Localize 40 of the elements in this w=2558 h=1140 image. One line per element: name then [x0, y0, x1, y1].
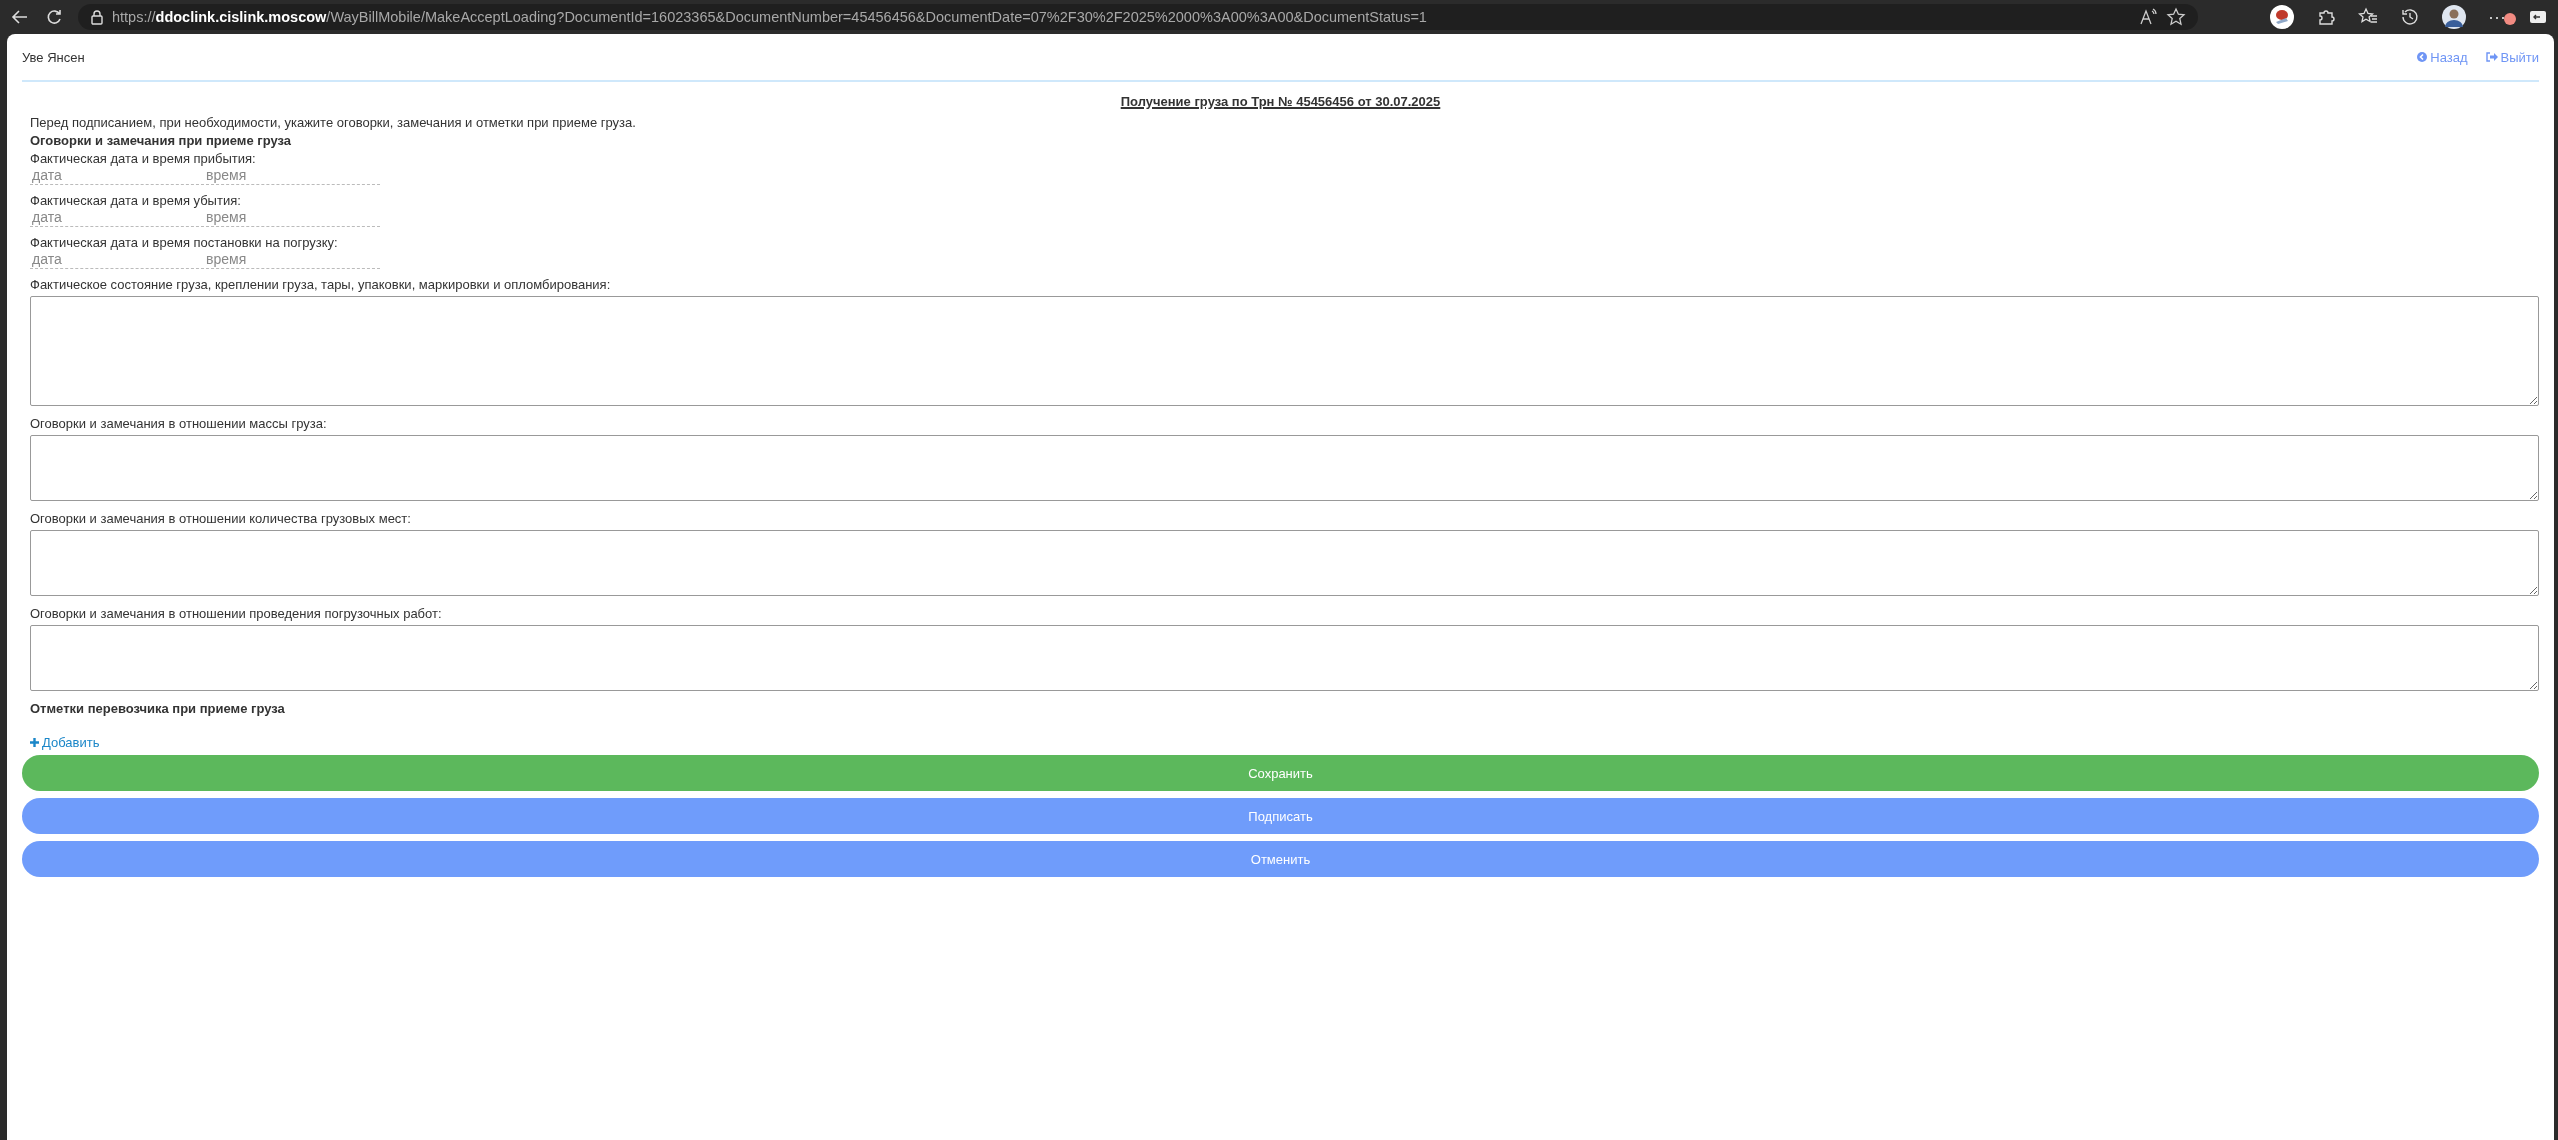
field-label: Фактическая дата и время прибытия:	[30, 151, 257, 166]
user-name: Уве Янсен	[22, 49, 85, 65]
field-label: Фактическая дата и время убытия:	[30, 193, 242, 208]
time-field[interactable]: время	[204, 208, 378, 226]
field-label: Оговорки и замечания в отношении массы груза:	[30, 416, 328, 431]
logout-link[interactable]: Выйти	[2485, 49, 2539, 65]
instruction-text: Перед подписанием, при необходимости, укажите оговорки, замечания и отметки при приеме груза.	[30, 115, 637, 130]
puzzle-icon[interactable]	[2316, 7, 2336, 27]
date-field[interactable]: дата	[30, 208, 204, 226]
date-field[interactable]: дата	[30, 166, 204, 184]
back-link[interactable]: Назад	[2417, 49, 2468, 65]
field-label: Оговорки и замечания в отношении проведения погрузочных работ:	[30, 606, 443, 621]
field-label: Оговорки и замечания в отношении количества грузовых мест:	[30, 511, 412, 526]
section-heading: Отметки перевозчика при приеме груза	[30, 701, 286, 716]
profile-avatar[interactable]	[2442, 5, 2466, 29]
text-area[interactable]	[30, 625, 2539, 691]
read-aloud-icon[interactable]	[2138, 7, 2158, 27]
action-button[interactable]: Подписать	[22, 798, 2539, 834]
section-heading: Оговорки и замечания при приеме груза	[30, 133, 293, 148]
back-icon	[2417, 52, 2428, 62]
lock-icon[interactable]	[90, 9, 104, 25]
notification-badge	[2504, 13, 2516, 25]
address-bar[interactable]: https://ddoclink.cislink.moscow/WayBillMobile/MakeAcceptLoading?DocumentId=16023365&DocumentNumber=45456456&DocumentDate=07%2F30%2F2025%2000%3A00%3A00&DocumentStatus=1	[78, 4, 2198, 30]
plus-icon	[30, 738, 39, 747]
action-button[interactable]: Отменить	[22, 841, 2539, 877]
history-icon[interactable]	[2400, 7, 2420, 27]
text-area[interactable]	[30, 530, 2539, 596]
time-field[interactable]: время	[204, 166, 378, 184]
star-icon[interactable]	[2166, 7, 2186, 27]
field-label: Фактическая дата и время постановки на погрузку:	[30, 235, 339, 250]
time-field[interactable]: время	[204, 250, 378, 268]
extension-icon[interactable]	[2270, 5, 2294, 29]
field-label: Фактическое состояние груза, креплении груза, тары, упаковки, маркировки и опломбирования:	[30, 277, 612, 292]
page-title: Получение груза по Трн № 45456456 от 30.07.2025	[1120, 94, 1441, 109]
add-link[interactable]: Добавить	[30, 735, 100, 750]
menu-button[interactable]: ···	[2488, 7, 2506, 27]
date-field[interactable]: дата	[30, 250, 204, 268]
text-area[interactable]	[30, 435, 2539, 501]
save-button[interactable]: Сохранить	[22, 755, 2539, 791]
logout-icon	[2485, 52, 2498, 62]
